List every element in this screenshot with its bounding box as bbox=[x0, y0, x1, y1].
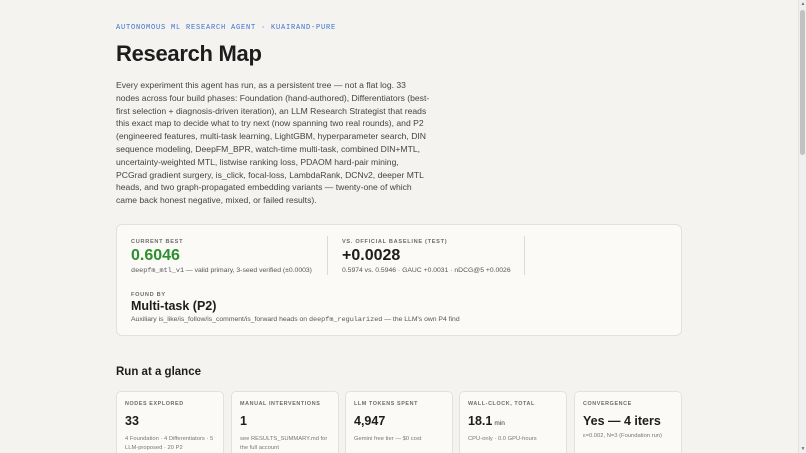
found-by-value: Multi-task (P2) bbox=[131, 299, 217, 313]
found-by-node-id: deepfm_regularized bbox=[308, 316, 383, 324]
stat-note: 4 Foundation · 4 Differentiators · 5 LLM… bbox=[125, 436, 214, 451]
stat-card-wall-clock: WALL-CLOCK, TOTAL 18.1 min CPU-only · 0.0… bbox=[459, 391, 567, 453]
stat-card-convergence: CONVERGENCE Yes — 4 iters ε=0.002, N=3 (… bbox=[574, 391, 682, 453]
run-at-a-glance-title: Run at a glance bbox=[116, 366, 201, 378]
baseline-label: VS. OFFICIAL BASELINE (TEST) bbox=[342, 239, 448, 245]
stat-number: 18.1 bbox=[468, 414, 493, 428]
stat-label: LLM TOKENS SPENT bbox=[354, 401, 419, 407]
stat-label: CONVERGENCE bbox=[583, 401, 632, 407]
found-by-label: FOUND BY bbox=[131, 292, 166, 298]
stat-number: 1 bbox=[240, 414, 247, 428]
found-by-note-post: — the LLM's own P4 find bbox=[382, 316, 460, 323]
stat-value: Yes — 4 iters bbox=[583, 414, 661, 428]
stat-number: Yes — 4 iters bbox=[583, 414, 661, 428]
scroll-down-icon[interactable]: ▼ bbox=[800, 446, 806, 452]
current-best-note: deepfm_mtl_v1 — valid primary, 3-seed ve… bbox=[131, 267, 312, 275]
baseline-delta-value: +0.0028 bbox=[342, 247, 401, 264]
stat-card-manual-interventions: MANUAL INTERVENTIONS 1 see RESULTS_SUMMA… bbox=[231, 391, 339, 453]
stat-number: 33 bbox=[125, 414, 139, 428]
best-node-id: deepfm_mtl_v1 bbox=[131, 267, 185, 275]
stat-note: Gemini free tier — $0 cost bbox=[354, 436, 422, 442]
page-title: Research Map bbox=[116, 41, 262, 66]
stat-label: MANUAL INTERVENTIONS bbox=[240, 401, 321, 407]
found-by-note-pre: Auxiliary is_like/is_follow/is_comment/i… bbox=[131, 316, 309, 323]
intro-paragraph: Every experiment this agent has run, as … bbox=[116, 80, 430, 206]
scrollbar-thumb[interactable] bbox=[800, 10, 805, 155]
stat-value: 1 bbox=[240, 414, 247, 428]
stat-value: 4,947 bbox=[354, 414, 385, 428]
stat-number: 4,947 bbox=[354, 414, 386, 428]
summary-divider-1 bbox=[327, 236, 328, 275]
summary-card: CURRENT BEST 0.6046 deepfm_mtl_v1 — vali… bbox=[116, 224, 682, 336]
stat-card-nodes-explored: NODES EXPLORED 33 4 Foundation · 4 Diffe… bbox=[116, 391, 224, 453]
stat-unit: min bbox=[494, 420, 505, 427]
stat-label: WALL-CLOCK, TOTAL bbox=[468, 401, 535, 407]
stat-value: 18.1 min bbox=[468, 414, 505, 428]
found-by-note: Auxiliary is_like/is_follow/is_comment/i… bbox=[131, 316, 460, 324]
current-best-value: 0.6046 bbox=[131, 247, 180, 264]
scroll-up-icon[interactable]: ▲ bbox=[800, 1, 806, 7]
vertical-scrollbar[interactable]: ▲ ▼ bbox=[798, 0, 806, 453]
summary-divider-2 bbox=[524, 236, 525, 275]
baseline-note: 0.5974 vs. 0.5946 · GAUC +0.0031 · nDCG@… bbox=[342, 267, 511, 274]
stat-note: ε=0.002, N=3 (Foundation run) bbox=[583, 433, 662, 439]
current-best-label: CURRENT BEST bbox=[131, 239, 184, 245]
stat-note: see RESULTS_SUMMARY.md for the full acco… bbox=[240, 436, 328, 451]
stat-note: CPU-only · 0.0 GPU-hours bbox=[468, 436, 537, 442]
stat-card-llm-tokens: LLM TOKENS SPENT 4,947 Gemini free tier … bbox=[345, 391, 453, 453]
best-node-note: — valid primary, 3-seed verified (±0.000… bbox=[184, 267, 312, 274]
stat-label: NODES EXPLORED bbox=[125, 401, 184, 407]
eyebrow-label: AUTONOMOUS ML RESEARCH AGENT · KUAIRAND-… bbox=[116, 24, 337, 32]
research-map-page: AUTONOMOUS ML RESEARCH AGENT · KUAIRAND-… bbox=[0, 0, 798, 453]
stat-value: 33 bbox=[125, 414, 139, 428]
